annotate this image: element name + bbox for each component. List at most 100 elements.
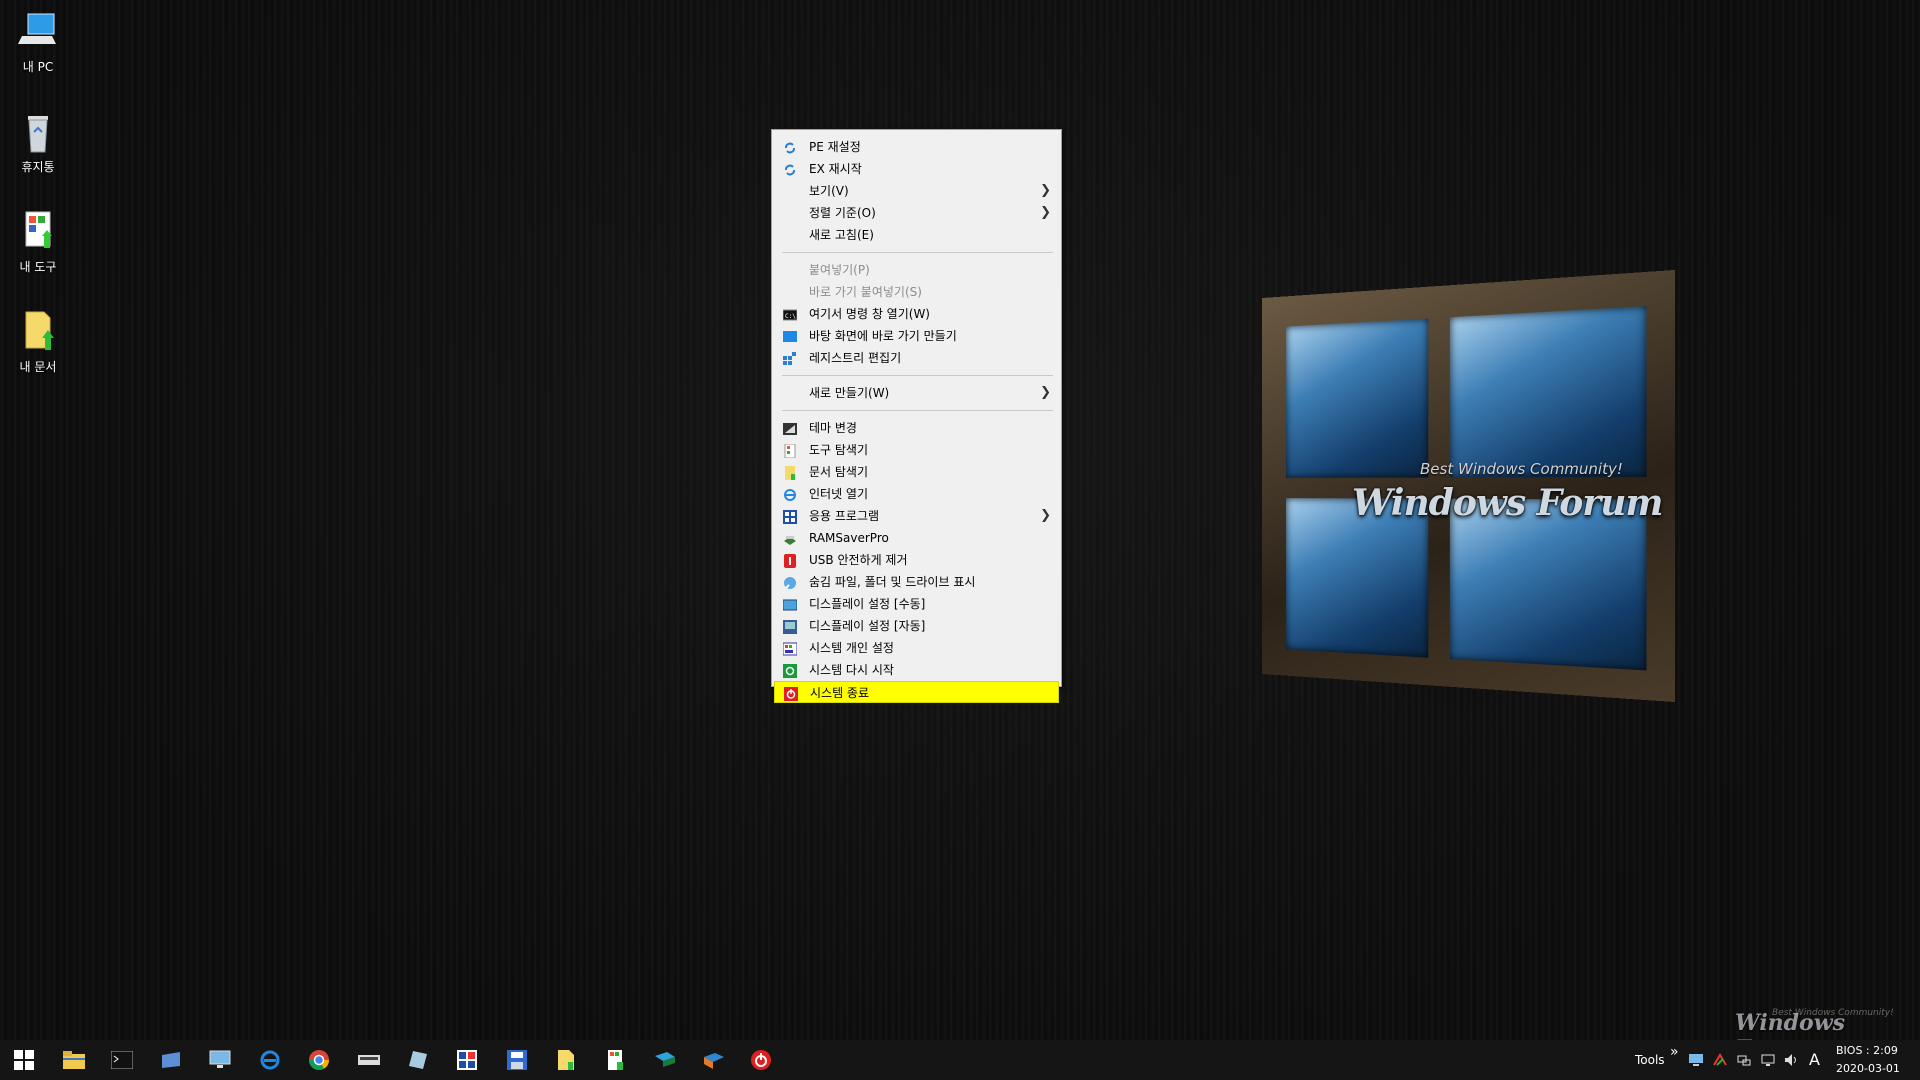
taskbar-chrome[interactable]: [299, 1044, 339, 1076]
tray-display-icon[interactable]: [1756, 1044, 1780, 1076]
chevron-right-icon: ❯: [1040, 183, 1051, 198]
taskbar-app-3[interactable]: [694, 1044, 734, 1076]
ie-icon: [260, 1050, 280, 1070]
tray-network-icon[interactable]: [1732, 1044, 1756, 1076]
menu-item-paste[interactable]: 붙여넣기(P): [774, 259, 1059, 281]
tray-computer-icon[interactable]: [1684, 1044, 1708, 1076]
display-icon: [782, 597, 798, 611]
wallpaper-title: Windows Forum: [1352, 482, 1663, 524]
chevron-right-icon: ❯: [1040, 508, 1051, 523]
glass-icon: [409, 1051, 427, 1069]
window-icon: [162, 1052, 180, 1068]
start-button[interactable]: [4, 1044, 44, 1076]
menu-item-label: 새로 고침(E): [809, 228, 874, 242]
taskbar-remote[interactable]: [200, 1044, 240, 1076]
menu-separator: [782, 252, 1053, 253]
desktop-icon-tools[interactable]: 내 도구: [8, 210, 68, 275]
recycle-bin-icon: [18, 110, 58, 154]
apps-icon: [783, 509, 797, 524]
taskbar-disk-tool[interactable]: [349, 1044, 389, 1076]
menu-item-view[interactable]: 보기(V) ❯: [774, 180, 1059, 202]
taskbar-power[interactable]: [741, 1044, 781, 1076]
menu-item-refresh[interactable]: 새로 고침(E): [774, 224, 1059, 246]
menu-item-display-manual[interactable]: 디스플레이 설정 [수동]: [774, 593, 1059, 615]
menu-item-open-cmd[interactable]: C:\ 여기서 명령 창 열기(W): [774, 303, 1059, 325]
taskbar: Tools » A BIOS : 2:09 2020-03-01: [0, 1040, 1920, 1080]
shutdown-icon: [784, 686, 798, 701]
taskbar-internet-explorer[interactable]: [250, 1044, 290, 1076]
taskbar-documents[interactable]: [546, 1044, 586, 1076]
menu-item-registry-editor[interactable]: 레지스트리 편집기: [774, 347, 1059, 369]
hidden-files-icon: [783, 575, 797, 589]
network-icon: [655, 1052, 675, 1067]
menu-item-paste-shortcut[interactable]: 바로 가기 붙여넣기(S): [774, 281, 1059, 303]
tray-app-icon[interactable]: [1708, 1044, 1732, 1076]
context-menu: PE 재설정 EX 재시작 보기(V) ❯ 정렬 기준(O) ❯ 새로 고침(E…: [771, 129, 1062, 703]
menu-item-sort-by[interactable]: 정렬 기준(O) ❯: [774, 202, 1059, 224]
menu-item-ex-restart[interactable]: EX 재시작: [774, 158, 1059, 180]
menu-item-pe-reset[interactable]: PE 재설정: [774, 136, 1059, 158]
windows-logo-icon: [14, 1050, 34, 1070]
wallpaper-pane: [1449, 306, 1647, 478]
menu-separator: [782, 410, 1053, 411]
refresh-icon: [783, 140, 797, 154]
menu-item-label: USB 안전하게 제거: [809, 553, 908, 567]
clock-time[interactable]: BIOS : 2:09: [1836, 1044, 1898, 1057]
taskbar-app-2[interactable]: [398, 1044, 438, 1076]
chevron-right-icon: ❯: [1040, 205, 1051, 220]
ime-indicator[interactable]: A: [1809, 1050, 1820, 1069]
menu-item-label: 정렬 기준(O): [809, 206, 876, 220]
menu-item-new[interactable]: 새로 만들기(W) ❯: [774, 382, 1059, 404]
menu-item-change-theme[interactable]: 테마 변경: [774, 417, 1059, 439]
menu-item-usb-eject[interactable]: USB 안전하게 제거: [774, 549, 1059, 571]
desktop-icon-pc[interactable]: 내 PC: [8, 10, 68, 75]
desktop-icon-label: 휴지통: [21, 160, 55, 174]
document-icon: [558, 1050, 574, 1070]
menu-item-restart[interactable]: 시스템 다시 시작: [774, 659, 1059, 681]
menu-item-label: RAMSaverPro: [809, 531, 889, 545]
tray-volume-icon[interactable]: [1780, 1044, 1804, 1076]
toolbar-overflow-button[interactable]: »: [1670, 1044, 1679, 1060]
clock-date[interactable]: 2020-03-01: [1836, 1062, 1900, 1075]
menu-item-label: 시스템 다시 시작: [809, 663, 894, 677]
theme-icon: [783, 421, 797, 435]
desktop-icon-documents[interactable]: 내 문서: [8, 310, 68, 375]
monitor-icon: [783, 329, 797, 343]
menu-item-label: 여기서 명령 창 열기(W): [809, 307, 930, 321]
svg-text:C:\: C:\: [785, 313, 796, 320]
tools-icon: [608, 1050, 623, 1070]
usb-icon: [783, 553, 797, 568]
menu-item-personalize[interactable]: 시스템 개인 설정: [774, 637, 1059, 659]
taskbar-network[interactable]: [645, 1044, 685, 1076]
desktop-icon-label: 내 문서: [19, 360, 57, 374]
menu-item-label: 바로 가기 붙여넣기(S): [809, 285, 922, 299]
menu-item-open-internet[interactable]: 인터넷 열기: [774, 483, 1059, 505]
menu-item-display-auto[interactable]: 디스플레이 설정 [자동]: [774, 615, 1059, 637]
menu-item-tools-explorer[interactable]: 도구 탐색기: [774, 439, 1059, 461]
box-icon: [704, 1053, 724, 1069]
menu-item-label: PE 재설정: [809, 140, 861, 154]
power-icon: [751, 1050, 771, 1070]
ie-icon: [783, 487, 797, 501]
taskbar-save[interactable]: [497, 1044, 537, 1076]
taskbar-file-explorer[interactable]: [54, 1044, 94, 1076]
registry-icon: [783, 351, 797, 365]
wallpaper-pane: [1449, 498, 1647, 671]
taskbar-app-1[interactable]: [151, 1044, 191, 1076]
taskbar-tools[interactable]: [596, 1044, 636, 1076]
taskbar-apps[interactable]: [447, 1044, 487, 1076]
menu-item-label: 레지스트리 편집기: [809, 351, 902, 365]
menu-item-create-shortcut[interactable]: 바탕 화면에 바로 가기 만들기: [774, 325, 1059, 347]
menu-item-applications[interactable]: 응용 프로그램 ❯: [774, 505, 1059, 527]
menu-item-shutdown[interactable]: 시스템 종료: [774, 681, 1059, 703]
menu-item-ramsaverpro[interactable]: RAMSaverPro: [774, 527, 1059, 549]
desktop-icon-recycle-bin[interactable]: 휴지통: [8, 110, 68, 175]
menu-item-documents-explorer[interactable]: 문서 탐색기: [774, 461, 1059, 483]
menu-item-show-hidden[interactable]: 숨김 파일, 폴더 및 드라이브 표시: [774, 571, 1059, 593]
restart-icon: [783, 663, 797, 678]
menu-separator: [782, 375, 1053, 376]
wallpaper-subtitle: Best Windows Community!: [1420, 460, 1623, 478]
tools-toolbar-label[interactable]: Tools: [1635, 1053, 1665, 1067]
personalize-icon: [782, 641, 798, 656]
taskbar-cmd[interactable]: [102, 1044, 142, 1076]
